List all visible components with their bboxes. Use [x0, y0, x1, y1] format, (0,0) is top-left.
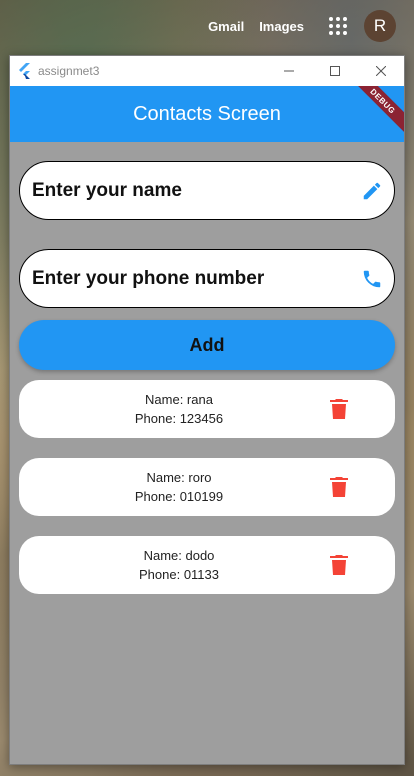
- contact-card: Name: rana Phone: 123456: [19, 380, 395, 438]
- window-titlebar: assignmet3: [10, 56, 404, 86]
- phone-input[interactable]: [32, 267, 360, 290]
- maximize-icon: [330, 66, 340, 76]
- minimize-button[interactable]: [266, 56, 312, 86]
- trash-icon[interactable]: [327, 553, 351, 577]
- trash-icon[interactable]: [327, 397, 351, 421]
- flutter-logo-icon: [19, 63, 30, 79]
- window-title: assignmet3: [38, 64, 100, 78]
- maximize-button[interactable]: [312, 56, 358, 86]
- contact-name: Name: dodo: [143, 548, 215, 563]
- contact-info: Name: roro Phone: 010199: [19, 468, 339, 506]
- debug-banner: DEBUG: [346, 86, 404, 138]
- name-field[interactable]: [19, 161, 395, 220]
- account-avatar[interactable]: R: [364, 10, 396, 42]
- contact-name: Name: rana: [145, 392, 213, 407]
- pencil-icon: [360, 179, 384, 203]
- add-button[interactable]: Add: [19, 320, 395, 370]
- contact-card: Name: roro Phone: 010199: [19, 458, 395, 516]
- close-icon: [376, 66, 386, 76]
- app-window: assignmet3 Contacts Screen DEBUG Add: [9, 55, 405, 765]
- name-input[interactable]: [32, 179, 360, 202]
- images-link[interactable]: Images: [259, 19, 304, 34]
- google-top-bar: Gmail Images R: [0, 0, 414, 52]
- contacts-list: Name: rana Phone: 123456 Name: roro Phon…: [19, 380, 395, 594]
- apps-grid-icon[interactable]: [328, 16, 348, 36]
- contact-phone: Phone: 01133: [139, 567, 219, 582]
- trash-icon[interactable]: [327, 475, 351, 499]
- contact-phone: Phone: 010199: [134, 489, 224, 504]
- close-button[interactable]: [358, 56, 404, 86]
- contact-phone: Phone: 123456: [134, 411, 224, 426]
- phone-icon: [360, 267, 384, 291]
- contact-info: Name: rana Phone: 123456: [19, 390, 339, 428]
- contact-name: Name: roro: [146, 470, 212, 485]
- phone-field[interactable]: [19, 249, 395, 308]
- app-bar: Contacts Screen DEBUG: [10, 86, 404, 142]
- minimize-icon: [284, 70, 294, 72]
- page-title: Contacts Screen: [133, 102, 281, 125]
- contact-info: Name: dodo Phone: 01133: [19, 546, 339, 584]
- form-content: Add Name: rana Phone: 123456 Name: roro …: [10, 161, 404, 594]
- gmail-link[interactable]: Gmail: [208, 19, 244, 34]
- contact-card: Name: dodo Phone: 01133: [19, 536, 395, 594]
